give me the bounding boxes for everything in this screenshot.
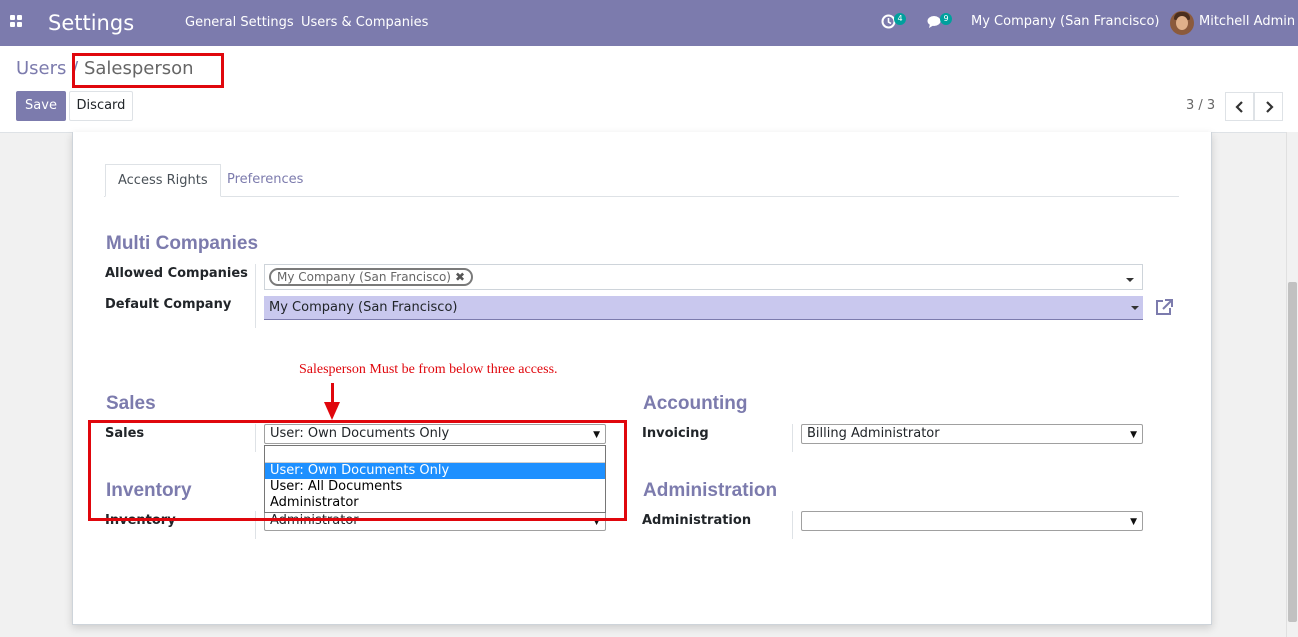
chevron-down-icon: ▼ bbox=[1130, 517, 1137, 527]
allowed-companies-field[interactable]: My Company (San Francisco) ✖ bbox=[264, 264, 1143, 290]
breadcrumb-users-link[interactable]: Users bbox=[16, 58, 66, 79]
menu-general-settings[interactable]: General Settings bbox=[185, 15, 294, 31]
label-administration: Administration bbox=[642, 513, 752, 528]
messages-count-badge: 9 bbox=[940, 13, 952, 25]
activity-count-badge: 4 bbox=[894, 13, 906, 25]
label-default-company: Default Company bbox=[105, 297, 232, 312]
chevron-down-icon: ▼ bbox=[1130, 430, 1137, 440]
apps-menu-icon[interactable] bbox=[10, 15, 23, 28]
discard-button[interactable]: Discard bbox=[69, 91, 133, 121]
user-menu[interactable]: Mitchell Admin bbox=[1199, 14, 1295, 30]
chevron-left-icon bbox=[1234, 100, 1243, 113]
chevron-right-icon bbox=[1265, 100, 1274, 113]
pager-previous-button[interactable] bbox=[1225, 92, 1254, 121]
form-sheet bbox=[72, 132, 1212, 625]
vertical-scrollbar[interactable] bbox=[1286, 132, 1298, 637]
group-title-accounting: Accounting bbox=[643, 393, 748, 414]
group-title-administration: Administration bbox=[643, 480, 778, 501]
default-company-value: My Company (San Francisco) bbox=[269, 300, 458, 315]
tab-preferences[interactable]: Preferences bbox=[215, 164, 315, 197]
top-navbar: Settings General Settings Users & Compan… bbox=[0, 0, 1298, 46]
group-title-sales: Sales bbox=[106, 393, 156, 414]
highlight-box-title bbox=[72, 53, 224, 88]
label-separator bbox=[255, 264, 256, 328]
label-invoicing: Invoicing bbox=[642, 426, 709, 441]
administration-access-select[interactable]: ▼ bbox=[801, 511, 1143, 531]
menu-users-companies[interactable]: Users & Companies bbox=[301, 15, 428, 31]
label-separator bbox=[792, 424, 793, 452]
invoicing-access-select[interactable]: Billing Administrator ▼ bbox=[801, 424, 1143, 444]
scrollbar-thumb[interactable] bbox=[1288, 282, 1297, 622]
chevron-down-icon[interactable] bbox=[1131, 306, 1139, 310]
annotation-note: Salesperson Must be from below three acc… bbox=[299, 362, 558, 377]
arrow-down-icon bbox=[324, 402, 340, 420]
external-link-icon[interactable] bbox=[1154, 298, 1174, 316]
group-title-multi-companies: Multi Companies bbox=[106, 233, 259, 254]
company-tag: My Company (San Francisco) ✖ bbox=[269, 268, 474, 286]
pager-value: 3 / 3 bbox=[1186, 98, 1216, 113]
app-title: Settings bbox=[48, 11, 135, 35]
user-avatar[interactable] bbox=[1170, 11, 1194, 35]
company-tag-label: My Company (San Francisco) bbox=[277, 270, 451, 284]
chevron-down-icon[interactable] bbox=[1126, 278, 1134, 282]
label-allowed-companies: Allowed Companies bbox=[105, 266, 248, 281]
remove-tag-icon[interactable]: ✖ bbox=[455, 270, 465, 284]
tab-access-rights[interactable]: Access Rights bbox=[105, 164, 221, 197]
save-button[interactable]: Save bbox=[16, 91, 66, 121]
invoicing-access-value: Billing Administrator bbox=[807, 426, 940, 441]
highlight-box-sales bbox=[88, 420, 627, 521]
company-switcher[interactable]: My Company (San Francisco) bbox=[971, 14, 1159, 30]
default-company-field[interactable]: My Company (San Francisco) bbox=[264, 296, 1143, 320]
label-separator bbox=[792, 511, 793, 539]
pager-next-button[interactable] bbox=[1254, 92, 1283, 121]
